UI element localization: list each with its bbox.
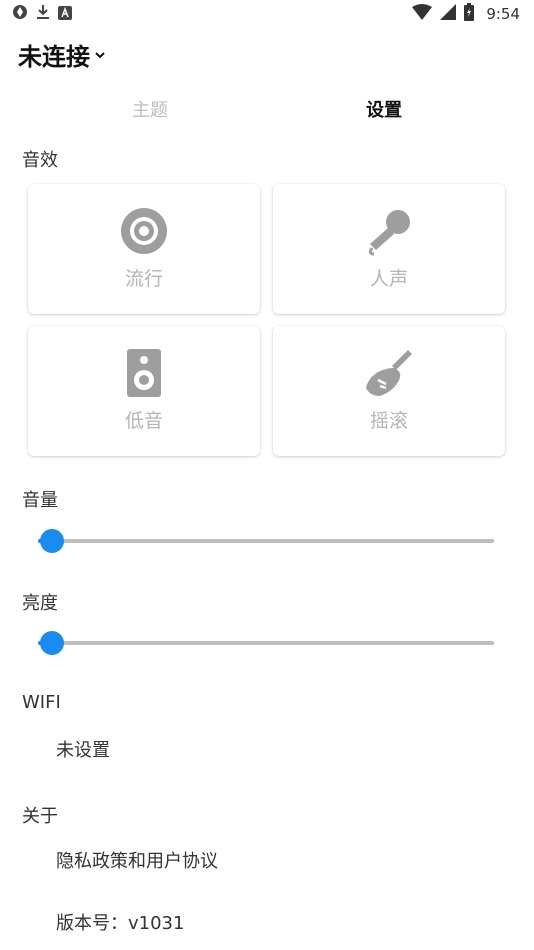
tab-bar: 主题 设置 — [0, 90, 534, 126]
wifi-title: WIFI — [22, 692, 61, 713]
tab-settings[interactable]: 设置 — [324, 96, 444, 122]
chevron-down-icon — [94, 45, 106, 64]
effect-vocal-label: 人声 — [369, 268, 408, 290]
effect-bass-card[interactable]: 低音 — [28, 326, 260, 456]
volume-slider-thumb[interactable] — [39, 529, 64, 553]
wifi-icon — [412, 4, 433, 24]
status-bar-right: 9:54 — [412, 3, 520, 25]
volume-slider[interactable] — [28, 529, 494, 553]
effect-pop-label: 流行 — [124, 268, 163, 290]
battery-icon — [464, 3, 475, 25]
bass-speaker-icon — [119, 348, 169, 398]
brightness-slider-track — [38, 641, 494, 645]
effect-pop-card[interactable]: 流行 — [28, 184, 260, 314]
guitar-icon — [364, 348, 414, 398]
tab-theme[interactable]: 主题 — [90, 96, 210, 122]
speaker-cone-icon — [119, 206, 169, 256]
signal-icon — [440, 4, 457, 24]
version-text: 版本号：v1031 — [56, 913, 185, 934]
effect-vocal-card[interactable]: 人声 — [273, 184, 505, 314]
volume-slider-track — [38, 539, 494, 543]
connection-selector[interactable]: 未连接 — [18, 36, 106, 72]
effect-bass-label: 低音 — [124, 410, 163, 432]
download-icon — [36, 4, 50, 24]
status-bar: 9:54 — [0, 0, 534, 28]
status-time: 9:54 — [486, 5, 520, 23]
sound-effects-title: 音效 — [22, 150, 58, 171]
effect-rock-label: 摇滚 — [369, 410, 408, 432]
status-bar-left — [12, 4, 72, 24]
microphone-icon — [364, 206, 414, 256]
sync-icon — [12, 4, 28, 24]
brightness-slider-thumb[interactable] — [39, 631, 64, 655]
privacy-policy-link[interactable]: 隐私政策和用户协议 — [56, 847, 218, 873]
wifi-setting[interactable]: 未设置 — [56, 736, 110, 762]
about-title: 关于 — [22, 806, 58, 827]
effect-rock-card[interactable]: 摇滚 — [273, 326, 505, 456]
volume-title: 音量 — [22, 490, 58, 511]
app-notification-icon — [58, 5, 72, 24]
brightness-title: 亮度 — [22, 593, 58, 614]
brightness-slider[interactable] — [28, 631, 494, 655]
connection-status-title: 未连接 — [18, 42, 90, 71]
